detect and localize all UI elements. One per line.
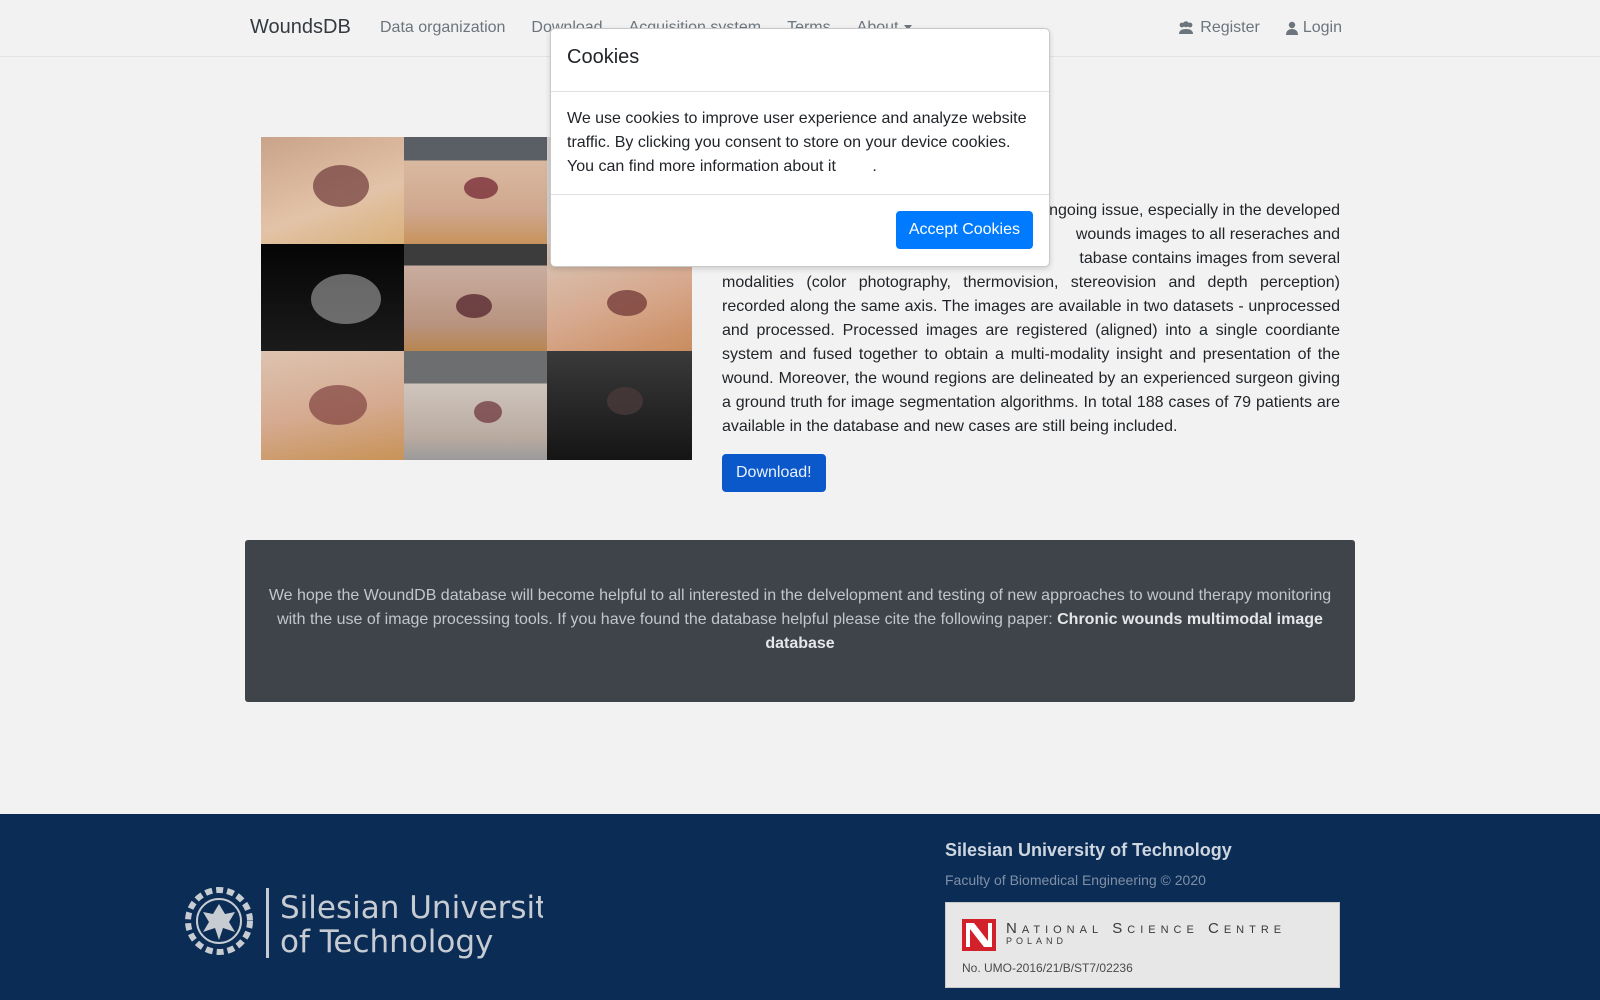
- modal-overlay: Cookies We use cookies to improve user e…: [0, 0, 1600, 1000]
- modal-header: Cookies: [551, 29, 1049, 92]
- cookie-message-end: .: [872, 158, 877, 175]
- modal-body: We use cookies to improve user experienc…: [551, 92, 1049, 195]
- modal-title: Cookies: [567, 46, 640, 68]
- cookie-modal: Cookies We use cookies to improve user e…: [550, 28, 1050, 267]
- accept-cookies-button[interactable]: Accept Cookies: [895, 211, 1033, 249]
- cookie-message: We use cookies to improve user experienc…: [567, 110, 1027, 175]
- modal-footer: Accept Cookies: [551, 195, 1049, 267]
- cookie-info-link[interactable]: here: [840, 158, 872, 175]
